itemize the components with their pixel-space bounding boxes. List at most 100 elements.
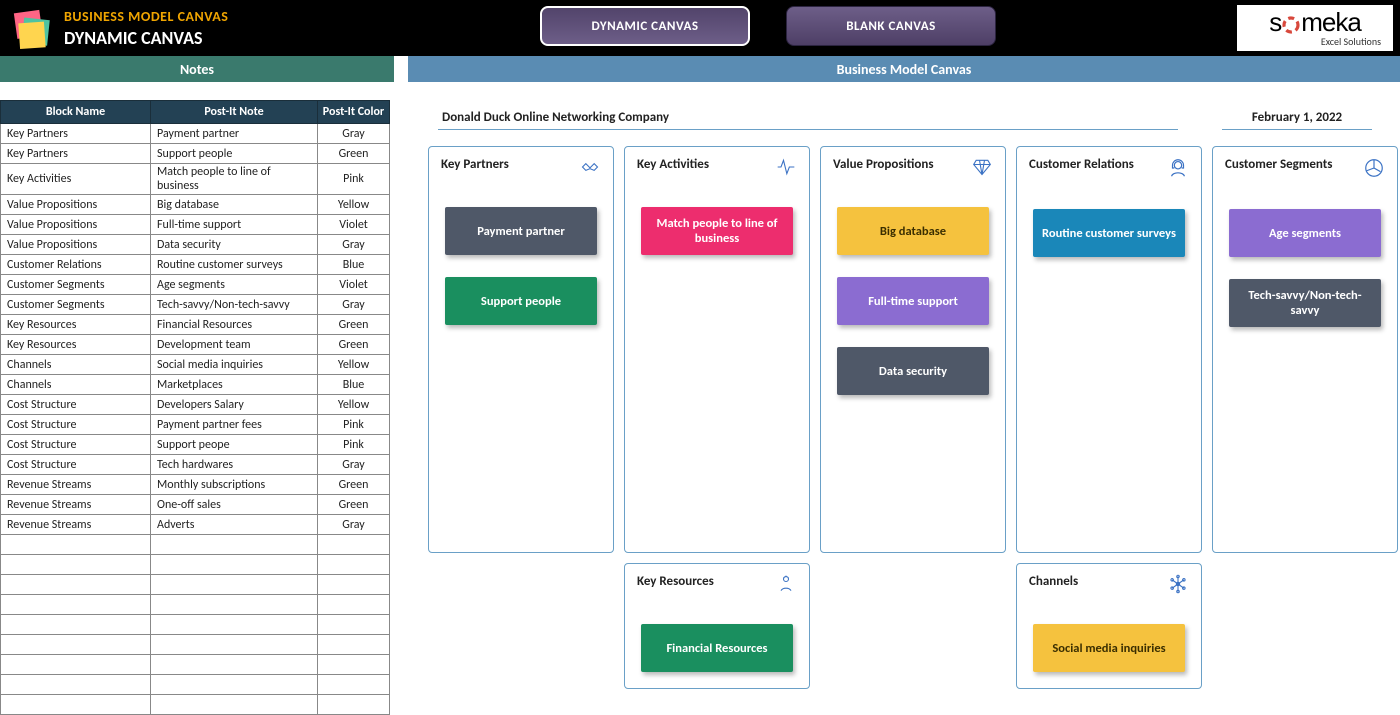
- cell-color[interactable]: [318, 535, 390, 555]
- cell-color[interactable]: Blue: [318, 375, 390, 395]
- cell-note[interactable]: [151, 535, 318, 555]
- table-row[interactable]: Key PartnersPayment partnerGray: [1, 124, 390, 144]
- cell-block[interactable]: [1, 595, 151, 615]
- cell-block[interactable]: Customer Segments: [1, 295, 151, 315]
- block-key-activities[interactable]: Key Activities Match people to line of b…: [624, 146, 810, 553]
- notes-table[interactable]: Block Name Post-It Note Post-It Color Ke…: [0, 100, 390, 715]
- table-row[interactable]: Customer SegmentsAge segmentsViolet: [1, 275, 390, 295]
- cell-note[interactable]: Age segments: [151, 275, 318, 295]
- cell-block[interactable]: [1, 695, 151, 715]
- table-row[interactable]: [1, 655, 390, 675]
- cell-block[interactable]: Value Propositions: [1, 215, 151, 235]
- cell-color[interactable]: Green: [318, 495, 390, 515]
- table-row[interactable]: [1, 535, 390, 555]
- cell-block[interactable]: [1, 655, 151, 675]
- company-name[interactable]: Donald Duck Online Networking Company: [438, 110, 1178, 130]
- cell-color[interactable]: Gray: [318, 295, 390, 315]
- cell-color[interactable]: Violet: [318, 215, 390, 235]
- cell-note[interactable]: Financial Resources: [151, 315, 318, 335]
- cell-color[interactable]: Green: [318, 335, 390, 355]
- cell-color[interactable]: Pink: [318, 435, 390, 455]
- cell-color[interactable]: Yellow: [318, 195, 390, 215]
- table-row[interactable]: [1, 635, 390, 655]
- cell-block[interactable]: Cost Structure: [1, 395, 151, 415]
- cell-block[interactable]: Revenue Streams: [1, 515, 151, 535]
- nav-blank-canvas-button[interactable]: BLANK CANVAS: [786, 6, 996, 46]
- cell-color[interactable]: Pink: [318, 415, 390, 435]
- cell-note[interactable]: Payment partner fees: [151, 415, 318, 435]
- cell-block[interactable]: Value Propositions: [1, 195, 151, 215]
- post-it-note[interactable]: Support people: [445, 277, 597, 325]
- table-row[interactable]: Cost StructureDevelopers SalaryYellow: [1, 395, 390, 415]
- table-row[interactable]: Key ResourcesFinancial ResourcesGreen: [1, 315, 390, 335]
- cell-color[interactable]: Green: [318, 475, 390, 495]
- cell-color[interactable]: Gray: [318, 515, 390, 535]
- cell-note[interactable]: Match people to line of business: [151, 164, 318, 195]
- cell-note[interactable]: Big database: [151, 195, 318, 215]
- post-it-note[interactable]: Tech-savvy/Non-tech-savvy: [1229, 279, 1381, 327]
- cell-block[interactable]: [1, 615, 151, 635]
- block-channels[interactable]: Channels Social media inquiries: [1016, 563, 1202, 689]
- cell-block[interactable]: [1, 575, 151, 595]
- cell-block[interactable]: Key Activities: [1, 164, 151, 195]
- table-row[interactable]: Key ResourcesDevelopment teamGreen: [1, 335, 390, 355]
- cell-block[interactable]: Value Propositions: [1, 235, 151, 255]
- cell-note[interactable]: Routine customer surveys: [151, 255, 318, 275]
- cell-block[interactable]: [1, 535, 151, 555]
- cell-note[interactable]: Adverts: [151, 515, 318, 535]
- table-row[interactable]: [1, 695, 390, 715]
- table-row[interactable]: [1, 595, 390, 615]
- cell-color[interactable]: [318, 575, 390, 595]
- nav-dynamic-canvas-button[interactable]: DYNAMIC CANVAS: [540, 6, 750, 46]
- post-it-note[interactable]: Data security: [837, 347, 989, 395]
- block-value-propositions[interactable]: Value Propositions Big databaseFull-time…: [820, 146, 1006, 553]
- post-it-note[interactable]: Match people to line of business: [641, 207, 793, 255]
- table-row[interactable]: Revenue StreamsOne-off salesGreen: [1, 495, 390, 515]
- table-row[interactable]: Value PropositionsData securityGray: [1, 235, 390, 255]
- table-row[interactable]: Key PartnersSupport peopleGreen: [1, 144, 390, 164]
- table-row[interactable]: [1, 615, 390, 635]
- table-row[interactable]: Customer SegmentsTech-savvy/Non-tech-sav…: [1, 295, 390, 315]
- cell-note[interactable]: [151, 695, 318, 715]
- table-row[interactable]: Cost StructureSupport peopePink: [1, 435, 390, 455]
- cell-note[interactable]: Marketplaces: [151, 375, 318, 395]
- block-customer-segments[interactable]: Customer Segments Age segmentsTech-savvy…: [1212, 146, 1398, 553]
- cell-color[interactable]: Pink: [318, 164, 390, 195]
- cell-note[interactable]: [151, 595, 318, 615]
- cell-note[interactable]: [151, 615, 318, 635]
- table-row[interactable]: [1, 575, 390, 595]
- cell-note[interactable]: Developers Salary: [151, 395, 318, 415]
- block-customer-relations[interactable]: Customer Relations Routine customer surv…: [1016, 146, 1202, 553]
- cell-note[interactable]: Development team: [151, 335, 318, 355]
- cell-color[interactable]: Blue: [318, 255, 390, 275]
- cell-note[interactable]: [151, 655, 318, 675]
- cell-block[interactable]: Key Partners: [1, 144, 151, 164]
- cell-block[interactable]: Channels: [1, 375, 151, 395]
- cell-note[interactable]: One-off sales: [151, 495, 318, 515]
- canvas-date[interactable]: February 1, 2022: [1222, 110, 1372, 130]
- cell-note[interactable]: Data security: [151, 235, 318, 255]
- cell-note[interactable]: [151, 635, 318, 655]
- cell-block[interactable]: Cost Structure: [1, 455, 151, 475]
- cell-color[interactable]: [318, 595, 390, 615]
- table-row[interactable]: Cost StructureTech hardwaresGray: [1, 455, 390, 475]
- table-row[interactable]: Value PropositionsBig databaseYellow: [1, 195, 390, 215]
- cell-color[interactable]: Gray: [318, 455, 390, 475]
- cell-color[interactable]: Yellow: [318, 395, 390, 415]
- cell-note[interactable]: Payment partner: [151, 124, 318, 144]
- cell-note[interactable]: [151, 575, 318, 595]
- cell-note[interactable]: [151, 555, 318, 575]
- table-row[interactable]: Revenue StreamsMonthly subscriptionsGree…: [1, 475, 390, 495]
- cell-block[interactable]: Key Resources: [1, 335, 151, 355]
- cell-color[interactable]: Violet: [318, 275, 390, 295]
- table-row[interactable]: Customer RelationsRoutine customer surve…: [1, 255, 390, 275]
- table-row[interactable]: [1, 555, 390, 575]
- cell-block[interactable]: [1, 675, 151, 695]
- cell-color[interactable]: Gray: [318, 124, 390, 144]
- cell-block[interactable]: Revenue Streams: [1, 475, 151, 495]
- cell-color[interactable]: [318, 635, 390, 655]
- cell-block[interactable]: Revenue Streams: [1, 495, 151, 515]
- table-row[interactable]: Key ActivitiesMatch people to line of bu…: [1, 164, 390, 195]
- post-it-note[interactable]: Age segments: [1229, 209, 1381, 257]
- cell-note[interactable]: Social media inquiries: [151, 355, 318, 375]
